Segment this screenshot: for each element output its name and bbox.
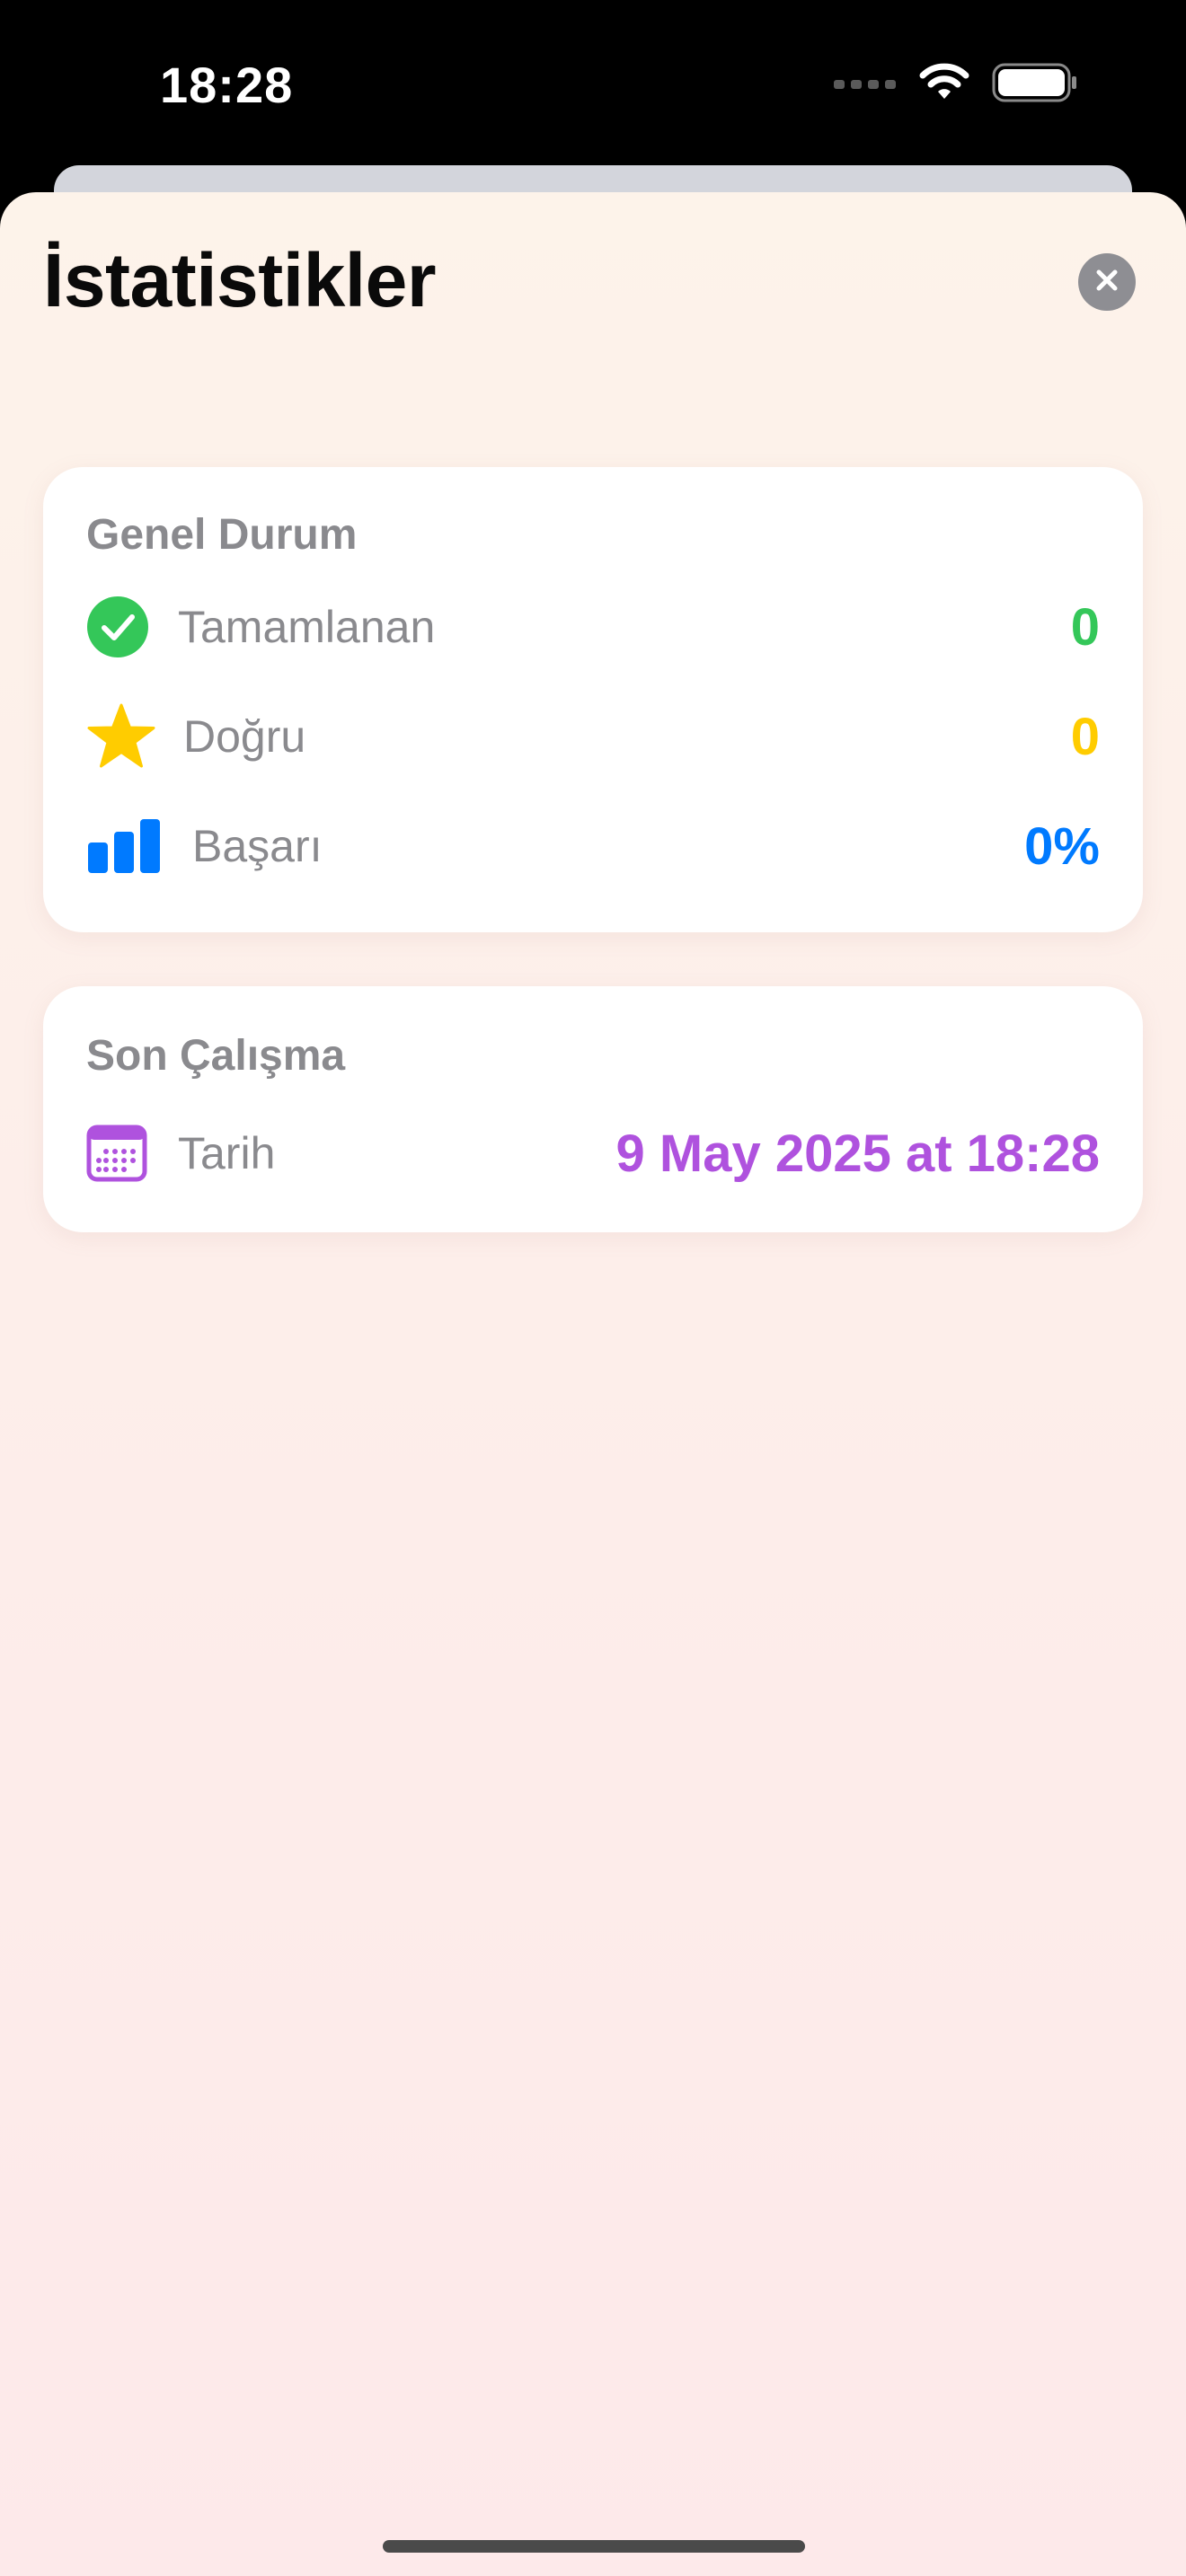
stat-value: 0 xyxy=(1070,597,1100,657)
statistics-sheet: İstatistikler Genel Durum Tamamlanan 0 D… xyxy=(0,192,1186,2576)
stat-label: Doğru xyxy=(183,711,306,762)
page-title: İstatistikler xyxy=(43,238,437,322)
close-button[interactable] xyxy=(1078,253,1136,311)
stat-row-date: Tarih 9 May 2025 at 18:28 xyxy=(86,1117,1100,1189)
cellular-signal-icon xyxy=(834,76,897,93)
close-icon xyxy=(1093,267,1120,298)
stat-value: 0% xyxy=(1024,816,1100,876)
general-status-card: Genel Durum Tamamlanan 0 Doğru 0 Başarı … xyxy=(43,467,1143,932)
status-bar: 18:28 xyxy=(0,0,1186,171)
status-time: 18:28 xyxy=(160,57,294,113)
stat-row-completed: Tamamlanan 0 xyxy=(86,591,1100,663)
checkmark-circle-icon xyxy=(86,591,162,663)
stat-value: 9 May 2025 at 18:28 xyxy=(615,1124,1100,1183)
wifi-icon xyxy=(918,63,970,107)
battery-icon xyxy=(992,63,1078,107)
card-heading: Genel Durum xyxy=(86,511,358,559)
stat-label: Tamamlanan xyxy=(178,602,436,652)
last-session-card: Son Çalışma Tarih 9 May 2025 at 18:28 xyxy=(43,986,1143,1232)
calendar-icon xyxy=(86,1117,162,1189)
stat-label: Başarı xyxy=(192,821,323,871)
home-indicator[interactable] xyxy=(383,2540,805,2553)
star-icon xyxy=(86,701,162,772)
status-icons xyxy=(834,63,1078,107)
stat-row-success: Başarı 0% xyxy=(86,810,1100,882)
card-heading: Son Çalışma xyxy=(86,1032,346,1080)
stat-label: Tarih xyxy=(178,1128,276,1178)
stat-row-correct: Doğru 0 xyxy=(86,701,1100,772)
bar-chart-icon xyxy=(86,810,162,882)
stat-value: 0 xyxy=(1070,707,1100,766)
